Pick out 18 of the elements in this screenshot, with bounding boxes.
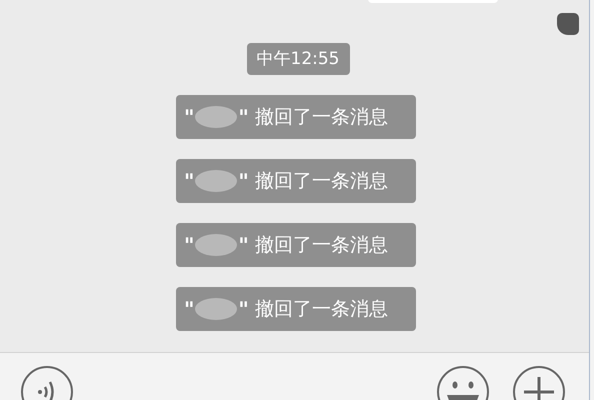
recall-text: 撤回了一条消息: [254, 297, 388, 322]
quote-mark: ": [184, 105, 194, 129]
quote-mark: ": [184, 297, 194, 321]
blurred-name-icon: [194, 168, 238, 194]
quote-mark: ": [184, 233, 194, 257]
quote-mark: ": [238, 105, 249, 129]
scroll-indicator-icon: [557, 13, 579, 35]
quote-mark: ": [238, 169, 249, 193]
blurred-name-icon: [194, 232, 238, 258]
recall-text: 撤回了一条消息: [254, 105, 388, 130]
recall-text: 撤回了一条消息: [254, 169, 388, 194]
recall-text: 撤回了一条消息: [254, 233, 388, 258]
blurred-name-icon: [194, 296, 238, 322]
timestamp: 中午12:55: [246, 43, 350, 75]
quote-mark: ": [184, 169, 194, 193]
quote-mark: ": [238, 297, 249, 321]
quote-mark: ": [238, 233, 249, 257]
blurred-name-icon: [194, 104, 238, 130]
